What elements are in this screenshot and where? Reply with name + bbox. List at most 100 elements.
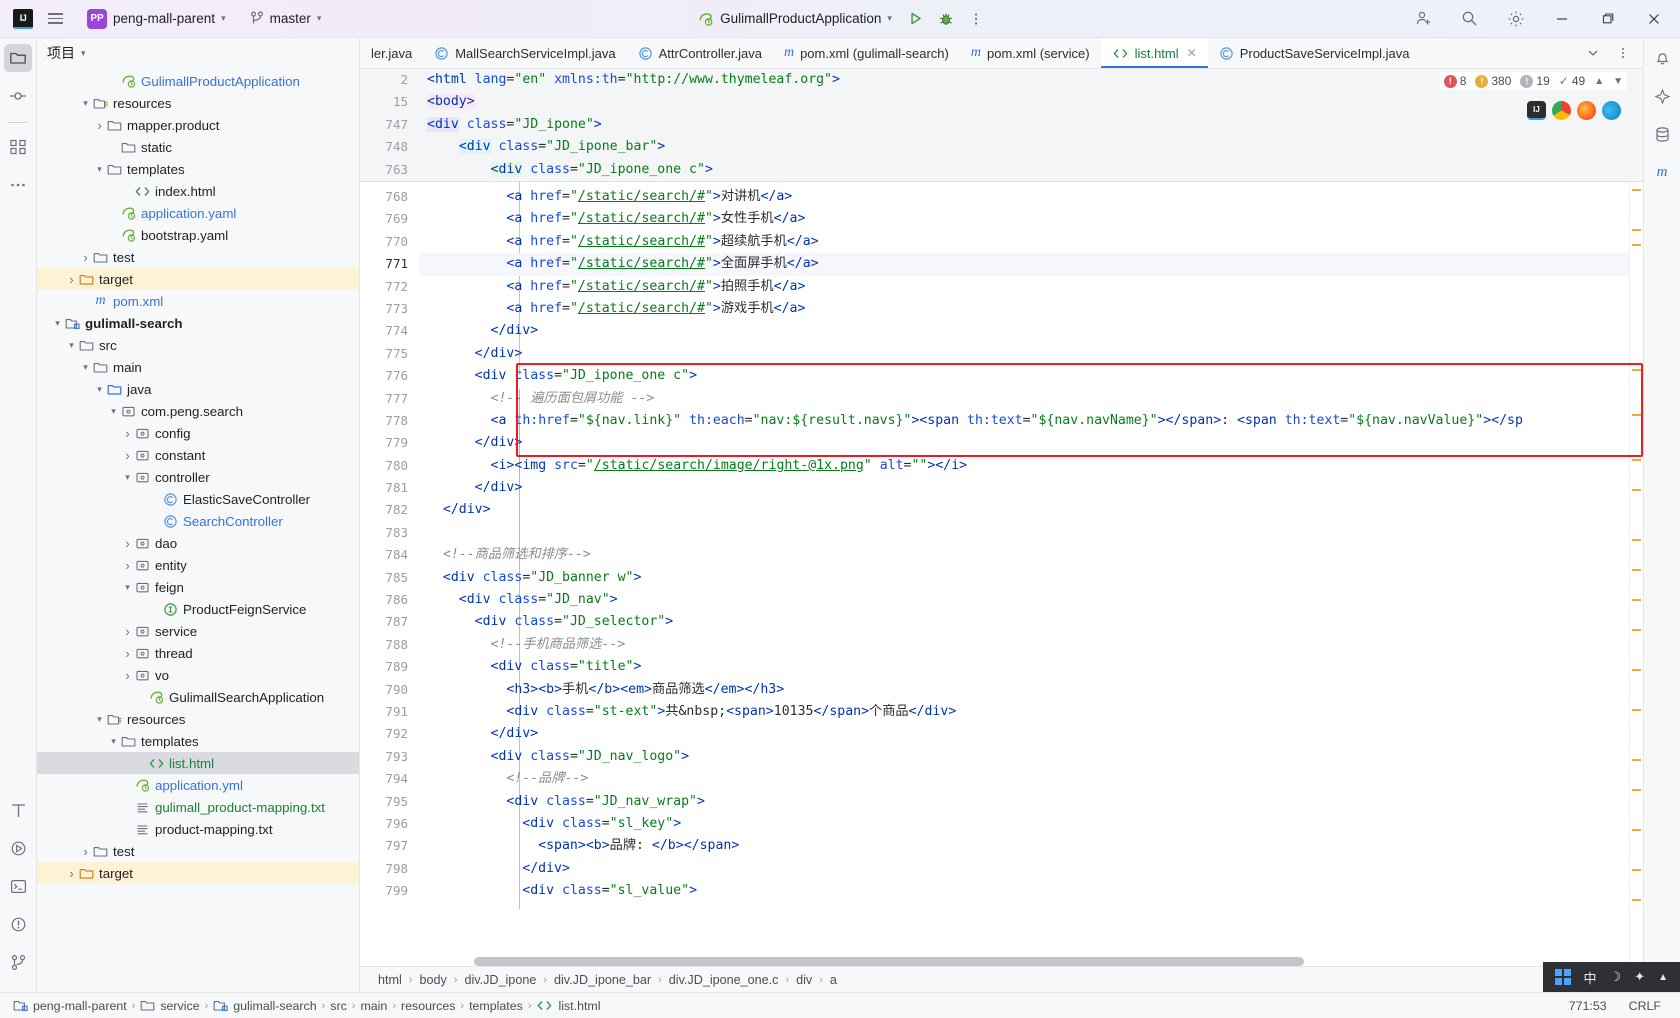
error-stripe-mark[interactable] — [1632, 599, 1641, 601]
editor-tab-mallsearchserviceimpl-java[interactable]: MallSearchServiceImpl.java — [423, 38, 626, 68]
code-line[interactable]: </div> — [419, 499, 1629, 521]
sticky-line[interactable]: 748 <div class="JD_ipone_bar"> — [360, 136, 1643, 158]
breadcrumb[interactable]: html › body › div.JD_ipone › div.JD_ipone_bar ›… — [360, 966, 1643, 992]
code-line[interactable]: <span><b>品牌: </b></span> — [419, 835, 1629, 857]
chevron-down-icon[interactable]: ▾ — [65, 340, 78, 351]
sticky-line[interactable]: 15 <body> — [360, 91, 1643, 113]
line-number[interactable]: 790 — [360, 679, 419, 701]
browser-preview-row[interactable]: IJ — [1527, 101, 1621, 120]
tree-item-application-yml[interactable]: application.yml — [37, 774, 359, 796]
code-line[interactable]: </div> — [419, 320, 1629, 342]
status-path-item[interactable]: gulimall-search — [208, 996, 321, 1015]
chevron-down-icon[interactable]: ▾ — [79, 98, 92, 109]
code-line[interactable]: <div class="JD_nav_wrap"> — [419, 791, 1629, 813]
code-line[interactable]: <a th:href="${nav.link}" th:each="nav:${… — [419, 410, 1629, 432]
editor-tab-productsaveserviceimpl-java[interactable]: ProductSaveServiceImpl.java — [1208, 38, 1421, 68]
code-line[interactable]: <a href="/static/search/#">超续航手机</a> — [419, 231, 1629, 253]
editor-gutter[interactable]: 768 769 770 771 772 773 774 775 776 777 778 779 780 7… — [360, 69, 419, 966]
line-number[interactable]: 779 — [360, 432, 419, 454]
line-number[interactable]: 769 — [360, 208, 419, 230]
line-number[interactable]: 768 — [360, 186, 419, 208]
line-number[interactable]: 784 — [360, 544, 419, 566]
code-content[interactable]: <a href="/static/search/#">对讲机</a> <a hr… — [419, 69, 1629, 966]
line-number[interactable]: 789 — [360, 656, 419, 678]
code-line[interactable]: <div class="sl_key"> — [419, 813, 1629, 835]
app-grid-icon[interactable] — [1554, 969, 1571, 985]
code-line[interactable]: </div> — [419, 858, 1629, 880]
line-number[interactable]: 785 — [360, 567, 419, 589]
line-number[interactable]: 793 — [360, 746, 419, 768]
tree-item-main[interactable]: ▾ main — [37, 356, 359, 378]
tree-item-bootstrap-yaml[interactable]: bootstrap.yaml — [37, 224, 359, 246]
line-number[interactable]: 798 — [360, 858, 419, 880]
ai-assistant-icon[interactable] — [1648, 82, 1676, 110]
typo-count-badge[interactable]: ✓ 49 — [1559, 74, 1585, 88]
error-stripe-mark[interactable] — [1632, 759, 1641, 761]
error-stripe-mark[interactable] — [1632, 629, 1641, 631]
line-number[interactable]: 777 — [360, 388, 419, 410]
line-number[interactable]: 781 — [360, 477, 419, 499]
status-path-item[interactable]: list.html — [531, 997, 605, 1015]
error-stripe-mark[interactable] — [1632, 489, 1641, 491]
line-number[interactable]: 778 — [360, 410, 419, 432]
tree-item-vo[interactable]: › vo — [37, 664, 359, 686]
line-number[interactable]: 774 — [360, 320, 419, 342]
line-number[interactable]: 770 — [360, 231, 419, 253]
tree-item-java[interactable]: ▾ java — [37, 378, 359, 400]
chevron-right-icon[interactable]: › — [121, 448, 134, 463]
error-stripe-mark[interactable] — [1632, 789, 1641, 791]
tree-item-thread[interactable]: › thread — [37, 642, 359, 664]
code-line[interactable]: <div class="JD_banner w"> — [419, 567, 1629, 589]
code-line[interactable]: <div class="title"> — [419, 656, 1629, 678]
minimize-icon[interactable] — [1539, 0, 1584, 38]
tree-item-src[interactable]: ▾ src — [37, 334, 359, 356]
horizontal-scrollbar[interactable] — [419, 957, 1627, 966]
tree-item-gulimall-product-mapping-txt[interactable]: gulimall_product-mapping.txt — [37, 796, 359, 818]
tab-list-chevron-down-icon[interactable] — [1579, 39, 1607, 67]
line-number[interactable]: 773 — [360, 298, 419, 320]
code-line[interactable]: </div> — [419, 432, 1629, 454]
error-stripe-mark[interactable] — [1632, 369, 1641, 371]
next-problem-chevron-down-icon[interactable]: ▼ — [1613, 76, 1623, 87]
gear-icon[interactable] — [1493, 0, 1538, 38]
code-line[interactable]: </div> — [419, 477, 1629, 499]
tree-item-config[interactable]: › config — [37, 422, 359, 444]
code-line[interactable]: </div> — [419, 723, 1629, 745]
error-stripe-mark[interactable] — [1632, 569, 1641, 571]
code-line[interactable]: </div> — [419, 343, 1629, 365]
editor-tabs[interactable]: ler.java MallSearchServiceImpl.java AttrCo… — [360, 38, 1573, 68]
chevron-right-icon[interactable]: › — [79, 844, 92, 859]
status-path-item[interactable]: templates — [464, 997, 528, 1015]
run-configuration-selector[interactable]: GulimallProductApplication ▾ — [690, 8, 900, 30]
tree-item-dao[interactable]: › dao — [37, 532, 359, 554]
chevron-down-icon[interactable]: ▾ — [93, 384, 106, 395]
chevron-right-icon[interactable]: › — [121, 668, 134, 683]
tree-item-productfeignservice[interactable]: ProductFeignService — [37, 598, 359, 620]
code-line[interactable]: <!--手机商品筛选--> — [419, 634, 1629, 656]
chevron-down-icon[interactable]: ▾ — [81, 48, 86, 59]
moon-icon[interactable]: ☽ — [1610, 969, 1622, 985]
code-line[interactable]: <a href="/static/search/#">全面屏手机</a> — [419, 253, 1629, 276]
error-stripe-mark[interactable] — [1632, 459, 1641, 461]
more-run-options-icon[interactable] — [962, 5, 990, 33]
maximize-icon[interactable] — [1585, 0, 1630, 38]
code-line[interactable]: <div class="st-ext">共&nbsp;<span>10135</… — [419, 701, 1629, 723]
edge-icon[interactable] — [1602, 101, 1621, 120]
error-stripe-mark[interactable] — [1632, 414, 1641, 416]
line-number[interactable]: 772 — [360, 276, 419, 298]
weak-warning-count-badge[interactable]: ! 19 — [1520, 74, 1550, 88]
breadcrumb-item[interactable]: body — [415, 972, 450, 988]
code-line[interactable]: <a href="/static/search/#">对讲机</a> — [419, 186, 1629, 208]
breadcrumb-item[interactable]: a — [826, 972, 841, 988]
line-number[interactable]: 780 — [360, 455, 419, 477]
code-line[interactable]: <div class="sl_value"> — [419, 880, 1629, 902]
chevron-right-icon[interactable]: › — [121, 536, 134, 551]
error-stripe-mark[interactable] — [1632, 709, 1641, 711]
tree-item-entity[interactable]: › entity — [37, 554, 359, 576]
more-tool-windows-icon[interactable] — [4, 171, 32, 199]
chrome-icon[interactable] — [1552, 101, 1571, 120]
chevron-down-icon[interactable]: ▾ — [121, 582, 134, 593]
code-line[interactable]: <i><img src="/static/search/image/right-… — [419, 455, 1629, 477]
code-line[interactable]: <!--品牌--> — [419, 768, 1629, 790]
error-stripe-mark[interactable] — [1632, 869, 1641, 871]
